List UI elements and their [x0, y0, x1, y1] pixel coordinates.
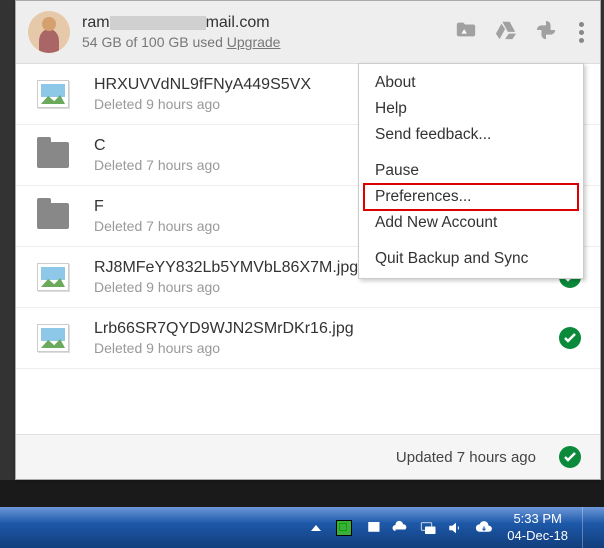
system-tray: 5:33 PM 04-Dec-18: [307, 507, 604, 548]
onedrive-icon[interactable]: [391, 519, 409, 537]
volume-icon[interactable]: [447, 519, 465, 537]
drive-sync-window: rammail.com 54 GB of 100 GB used Upgrade: [15, 0, 601, 480]
tray-app-icon[interactable]: [335, 519, 353, 537]
backup-sync-tray-icon[interactable]: [475, 519, 493, 537]
menu-quit[interactable]: Quit Backup and Sync: [359, 246, 583, 272]
synced-check-icon: [558, 326, 582, 350]
image-icon: [37, 324, 69, 352]
menu-help[interactable]: Help: [359, 96, 583, 122]
clock-time: 5:33 PM: [507, 511, 568, 527]
image-icon: [37, 263, 69, 291]
upgrade-link[interactable]: Upgrade: [227, 34, 281, 50]
header: rammail.com 54 GB of 100 GB used Upgrade: [16, 1, 600, 64]
network-icon[interactable]: [419, 519, 437, 537]
account-info: rammail.com 54 GB of 100 GB used Upgrade: [82, 14, 455, 50]
file-name: Lrb66SR7QYD9WJN2SMrDKr16.jpg: [94, 320, 548, 338]
folder-icon: [37, 203, 69, 229]
synced-check-icon: [558, 445, 582, 469]
menu-preferences[interactable]: Preferences...: [363, 183, 579, 211]
redacted-mask: [110, 16, 206, 30]
menu-feedback[interactable]: Send feedback...: [359, 122, 583, 148]
list-item[interactable]: Lrb66SR7QYD9WJN2SMrDKr16.jpg Deleted 9 h…: [16, 308, 600, 369]
footer-status: Updated 7 hours ago: [16, 434, 600, 479]
menu-about[interactable]: About: [359, 70, 583, 96]
show-desktop-button[interactable]: [582, 507, 594, 548]
menu-add-account[interactable]: Add New Account: [359, 210, 583, 236]
more-options-icon[interactable]: [575, 18, 588, 47]
show-hidden-icons[interactable]: [307, 519, 325, 537]
drive-folder-icon[interactable]: [455, 19, 477, 46]
image-icon: [37, 80, 69, 108]
file-status: Deleted 9 hours ago: [94, 340, 548, 356]
menu-pause[interactable]: Pause: [359, 158, 583, 184]
clock-date: 04-Dec-18: [507, 528, 568, 544]
action-center-icon[interactable]: [363, 519, 381, 537]
footer-text: Updated 7 hours ago: [396, 449, 536, 466]
google-photos-icon[interactable]: [535, 19, 557, 46]
folder-icon: [37, 142, 69, 168]
file-status: Deleted 9 hours ago: [94, 279, 548, 295]
clock[interactable]: 5:33 PM 04-Dec-18: [503, 511, 572, 544]
options-menu: About Help Send feedback... Pause Prefer…: [358, 63, 584, 279]
google-drive-icon[interactable]: [495, 19, 517, 46]
storage-text: 54 GB of 100 GB used Upgrade: [82, 34, 455, 50]
taskbar: 5:33 PM 04-Dec-18: [0, 507, 604, 548]
account-email: rammail.com: [82, 14, 455, 32]
avatar[interactable]: [28, 11, 70, 53]
